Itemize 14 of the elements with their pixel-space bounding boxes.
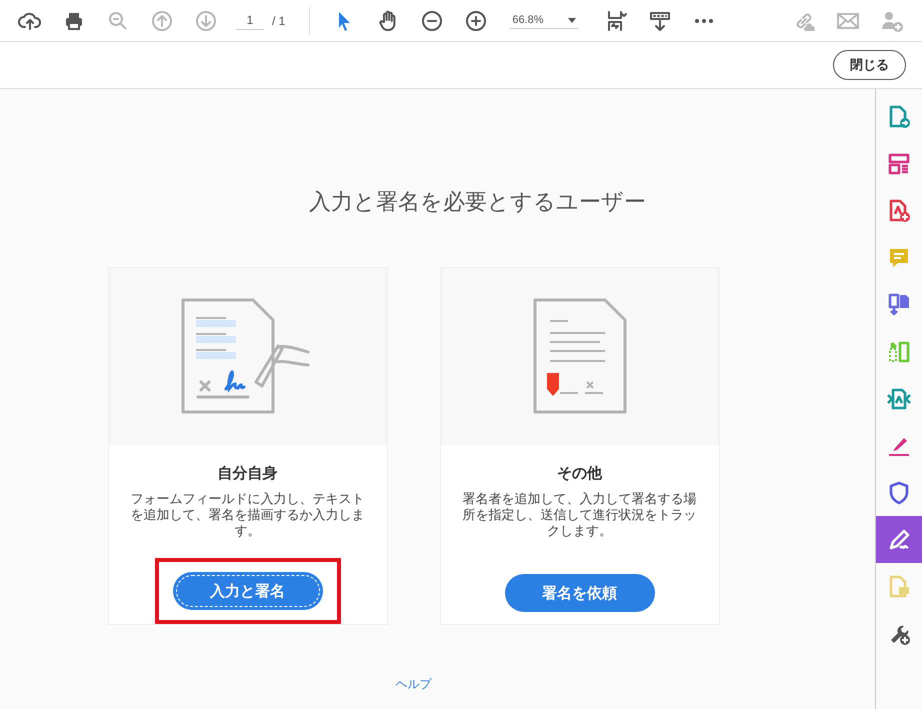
page-heading: 入力と署名を必要とするユーザー xyxy=(309,188,646,216)
card-title: その他 xyxy=(557,464,602,483)
page-count: / 1 xyxy=(272,14,286,28)
card-description: フォームフィールドに入力し、テキストを追加して、署名を描画するか入力します。 xyxy=(130,491,366,539)
action-button[interactable]: 署名を依頼 xyxy=(504,574,654,612)
sign-tool-icon[interactable] xyxy=(876,516,922,563)
card-description: 署名者を追加して、入力して署名する場所を指定し、送信して進行状況をトラックします。 xyxy=(462,491,698,539)
help-link[interactable]: ヘルプ xyxy=(396,676,432,693)
page-number-field[interactable]: 1 xyxy=(236,11,264,30)
close-button[interactable]: 閉じる xyxy=(833,50,906,80)
zoom-dropdown[interactable]: 66.8% xyxy=(510,12,578,29)
caret-icon xyxy=(568,18,576,22)
action-button[interactable]: 入力と署名 xyxy=(172,572,322,610)
card-title: 自分自身 xyxy=(218,464,278,483)
